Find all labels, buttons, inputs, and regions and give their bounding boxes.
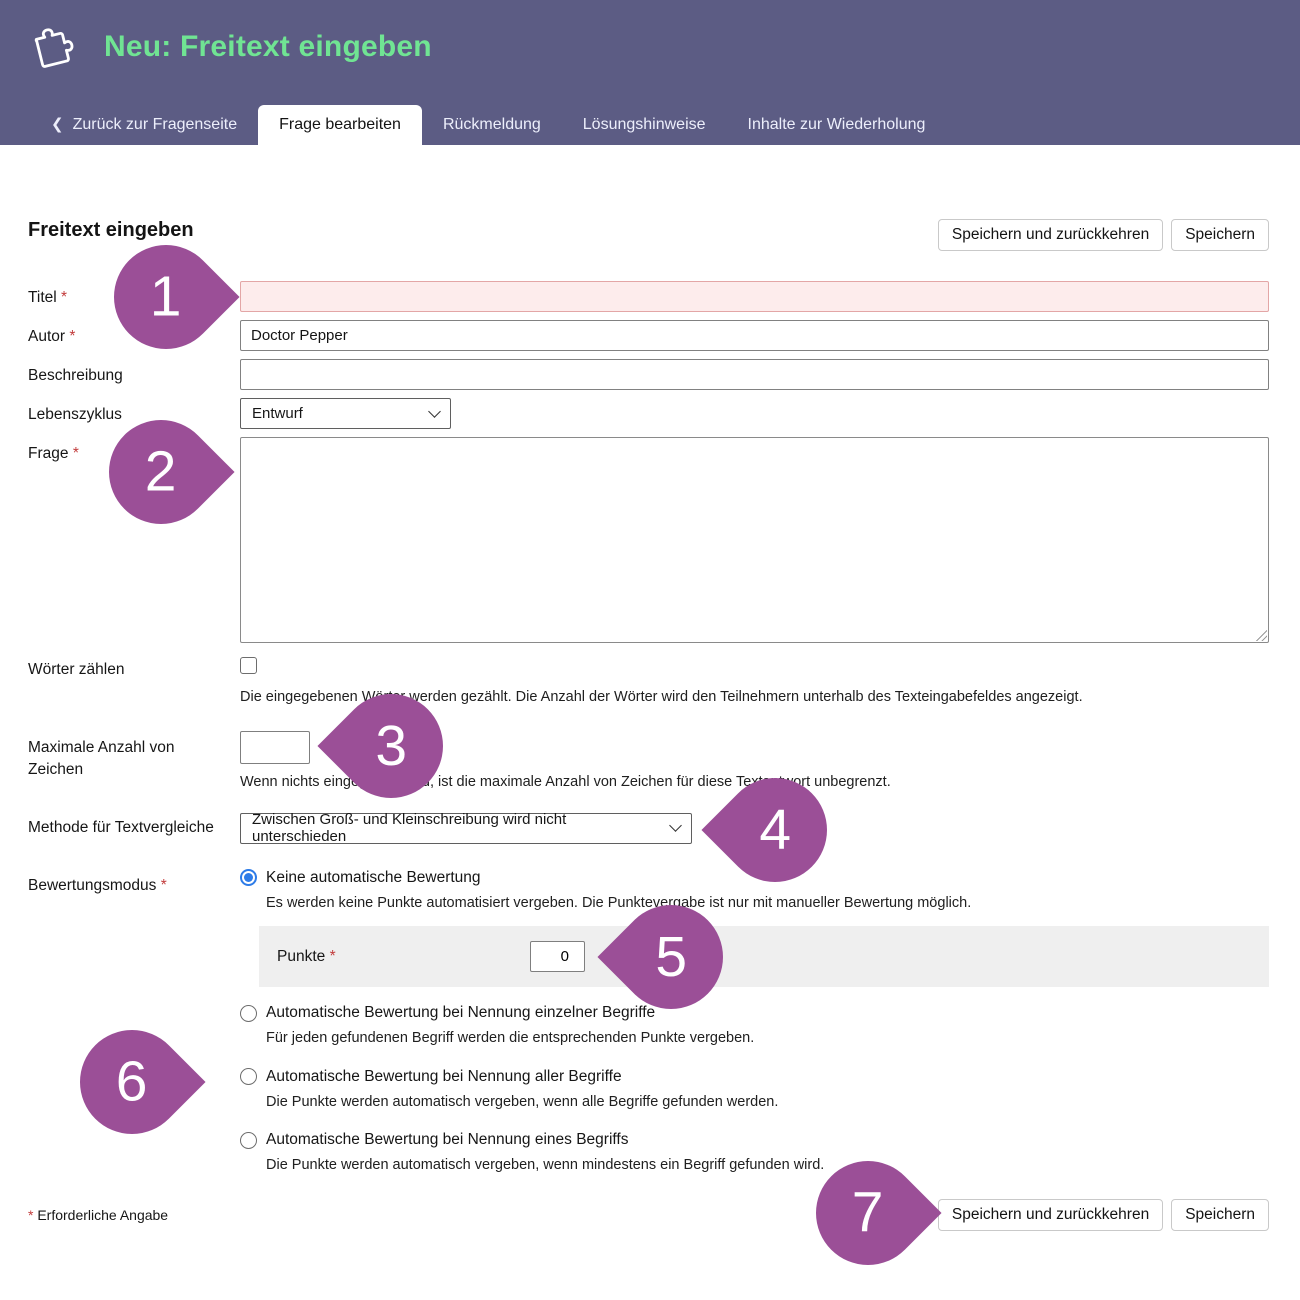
required-asterisk: * — [61, 289, 67, 306]
titel-input[interactable] — [240, 281, 1269, 312]
save-button-top[interactable]: Speichern — [1171, 219, 1269, 251]
brand: Neu: Freitext eingeben — [0, 0, 1300, 76]
field-row-max-zeichen: Maximale Anzahl von Zeichen Wenn nichts … — [28, 731, 1269, 793]
app-header: Neu: Freitext eingeben ❮ Zurück zur Frag… — [0, 0, 1300, 145]
radio-option-auto-scoring-single-terms[interactable]: Automatische Bewertung bei Nennung einze… — [240, 1004, 1269, 1022]
save-button-bottom[interactable]: Speichern — [1171, 1199, 1269, 1231]
required-note: * Erforderliche Angabe — [28, 1199, 168, 1223]
tab-bar: ❮ Zurück zur Fragenseite Frage bearbeite… — [0, 105, 1300, 145]
form-footer: * Erforderliche Angabe Speichern und zur… — [28, 1199, 1269, 1231]
tab-back-to-question-page[interactable]: ❮ Zurück zur Fragenseite — [30, 105, 258, 145]
max-zeichen-input[interactable] — [240, 731, 310, 764]
punkte-input[interactable] — [530, 941, 585, 972]
field-row-autor: Autor * — [28, 320, 1269, 351]
chevron-left-icon: ❮ — [51, 115, 64, 133]
max-zeichen-label: Maximale Anzahl von Zeichen — [28, 731, 240, 793]
autor-input[interactable] — [240, 320, 1269, 351]
radio-icon[interactable] — [240, 1068, 257, 1085]
field-row-lebenszyklus: Lebenszyklus Entwurf — [28, 398, 1269, 429]
lebenszyklus-label: Lebenszyklus — [28, 398, 240, 429]
beschreibung-label: Beschreibung — [28, 359, 240, 390]
form-heading: Freitext eingeben — [28, 219, 194, 242]
lebenszyklus-select[interactable]: Entwurf — [240, 398, 451, 429]
punkte-label: Punkte * — [277, 948, 530, 966]
radio-option-help: Die Punkte werden automatisch vergeben, … — [266, 1093, 1269, 1113]
woerter-zaehlen-checkbox[interactable] — [240, 657, 257, 674]
radio-option-auto-scoring-all-terms[interactable]: Automatische Bewertung bei Nennung aller… — [240, 1068, 1269, 1086]
chevron-down-icon — [669, 819, 682, 832]
tab-edit-question[interactable]: Frage bearbeiten — [258, 105, 422, 145]
tab-feedback[interactable]: Rückmeldung — [422, 105, 562, 145]
bottom-actions: Speichern und zurückkehren Speichern — [938, 1199, 1269, 1231]
question-form: Titel * Autor * Beschreibung Lebenszyklu… — [28, 281, 1269, 1231]
textvergleich-label: Methode für Textvergleiche — [28, 811, 240, 844]
frage-textarea[interactable] — [240, 437, 1269, 643]
radio-option-help: Die Punkte werden automatisch vergeben, … — [266, 1156, 1269, 1176]
radio-icon[interactable] — [240, 1005, 257, 1022]
tab-repetition-content[interactable]: Inhalte zur Wiederholung — [727, 105, 947, 145]
radio-option-auto-scoring-one-term[interactable]: Automatische Bewertung bei Nennung eines… — [240, 1131, 1269, 1149]
field-row-beschreibung: Beschreibung — [28, 359, 1269, 390]
radio-selected-icon[interactable] — [240, 869, 257, 886]
page: Neu: Freitext eingeben ❮ Zurück zur Frag… — [0, 0, 1300, 1300]
form-header: Freitext eingeben Speichern und zurückke… — [28, 219, 1269, 251]
radio-option-help: Es werden keine Punkte automatisiert ver… — [266, 894, 1269, 914]
field-row-woerter-zaehlen: Wörter zählen Die eingegebenen Wörter we… — [28, 653, 1269, 708]
required-asterisk: * — [161, 877, 167, 894]
required-asterisk: * — [73, 445, 79, 462]
woerter-zaehlen-label: Wörter zählen — [28, 653, 240, 708]
top-actions: Speichern und zurückkehren Speichern — [938, 219, 1269, 251]
beschreibung-input[interactable] — [240, 359, 1269, 390]
required-asterisk: * — [28, 1207, 33, 1223]
save-and-return-button-top[interactable]: Speichern und zurückkehren — [938, 219, 1163, 251]
chevron-down-icon — [428, 405, 441, 418]
puzzle-piece-icon — [21, 18, 77, 76]
radio-icon[interactable] — [240, 1132, 257, 1149]
tab-solution-hints[interactable]: Lösungshinweise — [562, 105, 727, 145]
field-row-textvergleich: Methode für Textvergleiche Zwischen Groß… — [28, 811, 1269, 844]
required-asterisk: * — [330, 948, 336, 965]
points-panel: Punkte * — [259, 926, 1269, 987]
radio-option-help: Für jeden gefundenen Begriff werden die … — [266, 1029, 1269, 1049]
save-and-return-button-bottom[interactable]: Speichern und zurückkehren — [938, 1199, 1163, 1231]
textvergleich-select[interactable]: Zwischen Groß- und Kleinschreibung wird … — [240, 813, 692, 844]
page-title: Neu: Freitext eingeben — [104, 30, 432, 64]
required-asterisk: * — [69, 328, 75, 345]
